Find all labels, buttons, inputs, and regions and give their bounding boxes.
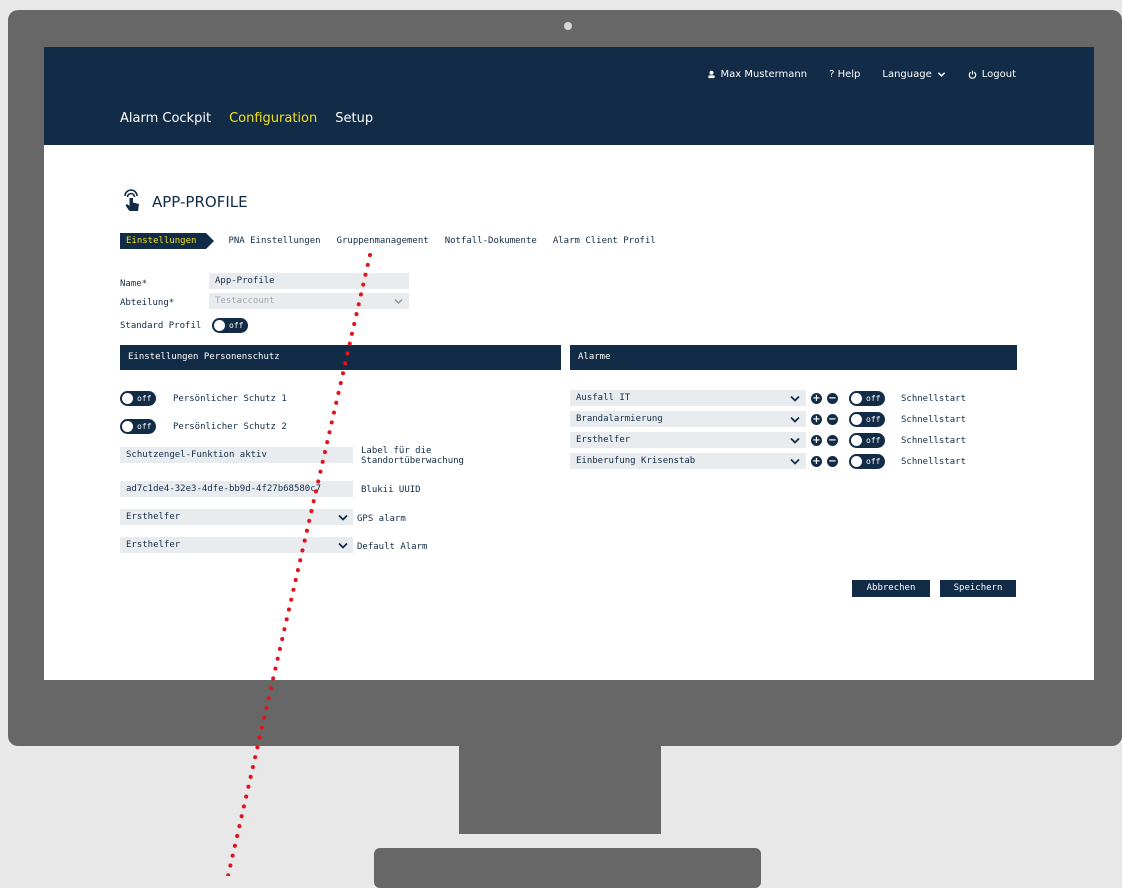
annotation-dotted-line	[226, 253, 372, 876]
